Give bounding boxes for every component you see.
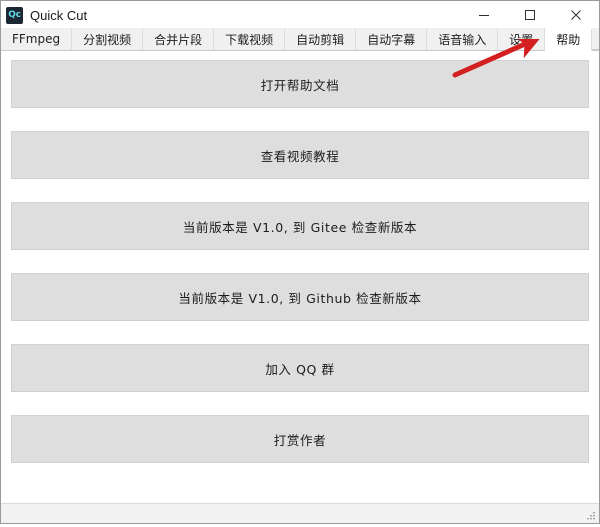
join-qq-group-button[interactable]: 加入 QQ 群 (11, 344, 589, 392)
title-bar: Qc Quick Cut (1, 1, 599, 29)
app-window: Qc Quick Cut FFmpeg 分割视频 合并片段 下载视频 自动剪辑 … (0, 0, 600, 524)
minimize-icon (478, 9, 490, 21)
tab-ffmpeg[interactable]: FFmpeg (1, 28, 73, 50)
tab-voice-input[interactable]: 语音输入 (427, 28, 499, 50)
maximize-icon (524, 9, 536, 21)
tab-merge-clips[interactable]: 合并片段 (143, 28, 215, 50)
maximize-button[interactable] (507, 1, 553, 29)
tab-auto-subtitle[interactable]: 自动字幕 (356, 28, 428, 50)
status-bar (1, 503, 599, 523)
resize-grip-icon[interactable] (584, 509, 596, 521)
close-icon (570, 9, 582, 21)
tab-settings[interactable]: 设置 (498, 28, 546, 50)
view-video-tutorial-button[interactable]: 查看视频教程 (11, 131, 589, 179)
tab-bar-filler (592, 28, 599, 50)
help-panel: 打开帮助文档 查看视频教程 当前版本是 V1.0, 到 Gitee 检查新版本 … (1, 51, 599, 503)
check-update-gitee-button[interactable]: 当前版本是 V1.0, 到 Gitee 检查新版本 (11, 202, 589, 250)
donate-author-button[interactable]: 打赏作者 (11, 415, 589, 463)
tab-auto-edit[interactable]: 自动剪辑 (285, 28, 357, 50)
window-controls (461, 1, 599, 29)
close-button[interactable] (553, 1, 599, 29)
tab-bar: FFmpeg 分割视频 合并片段 下载视频 自动剪辑 自动字幕 语音输入 设置 … (1, 28, 599, 51)
tab-help[interactable]: 帮助 (545, 29, 593, 51)
app-icon-quickcut: Qc (6, 6, 23, 24)
window-title: Quick Cut (30, 7, 88, 23)
check-update-github-button[interactable]: 当前版本是 V1.0, 到 Github 检查新版本 (11, 273, 589, 321)
open-help-doc-button[interactable]: 打开帮助文档 (11, 60, 589, 108)
tab-download-video[interactable]: 下载视频 (214, 28, 286, 50)
tab-split-video[interactable]: 分割视频 (72, 28, 144, 50)
minimize-button[interactable] (461, 1, 507, 29)
